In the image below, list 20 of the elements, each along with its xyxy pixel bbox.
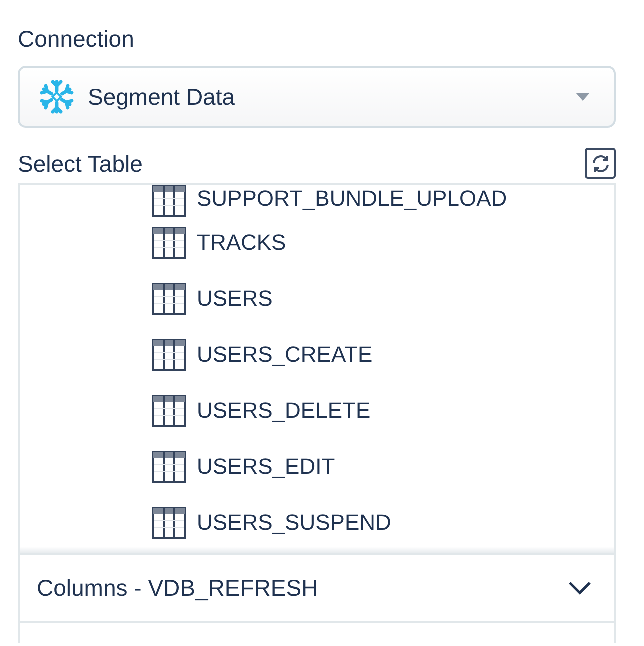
table-item[interactable]: USERS_DELETE [20, 383, 614, 439]
table-icon [152, 283, 186, 315]
table-item[interactable]: USERS_EDIT [20, 439, 614, 495]
table-icon [152, 395, 186, 427]
table-icon [152, 451, 186, 483]
table-item[interactable]: USERS_SUSPEND [20, 495, 614, 547]
table-icon [152, 339, 186, 371]
table-item[interactable]: USERS_CREATE [20, 327, 614, 383]
refresh-button[interactable] [585, 148, 616, 179]
table-item[interactable]: SUPPORT_BUNDLE_UPLOAD [20, 185, 614, 215]
table-item[interactable]: TRACKS [20, 215, 614, 271]
caret-icon [576, 93, 590, 101]
connection-select[interactable]: Segment Data [18, 66, 616, 128]
table-icon [152, 507, 186, 539]
field-label: Select Table [18, 150, 143, 178]
snowflake-icon [40, 80, 74, 114]
field-label: Connection [18, 25, 136, 54]
table-icon [152, 227, 186, 259]
columns-panel-header[interactable]: Columns - VDB_REFRESH [18, 553, 616, 623]
table-item[interactable]: USERS [20, 271, 614, 327]
